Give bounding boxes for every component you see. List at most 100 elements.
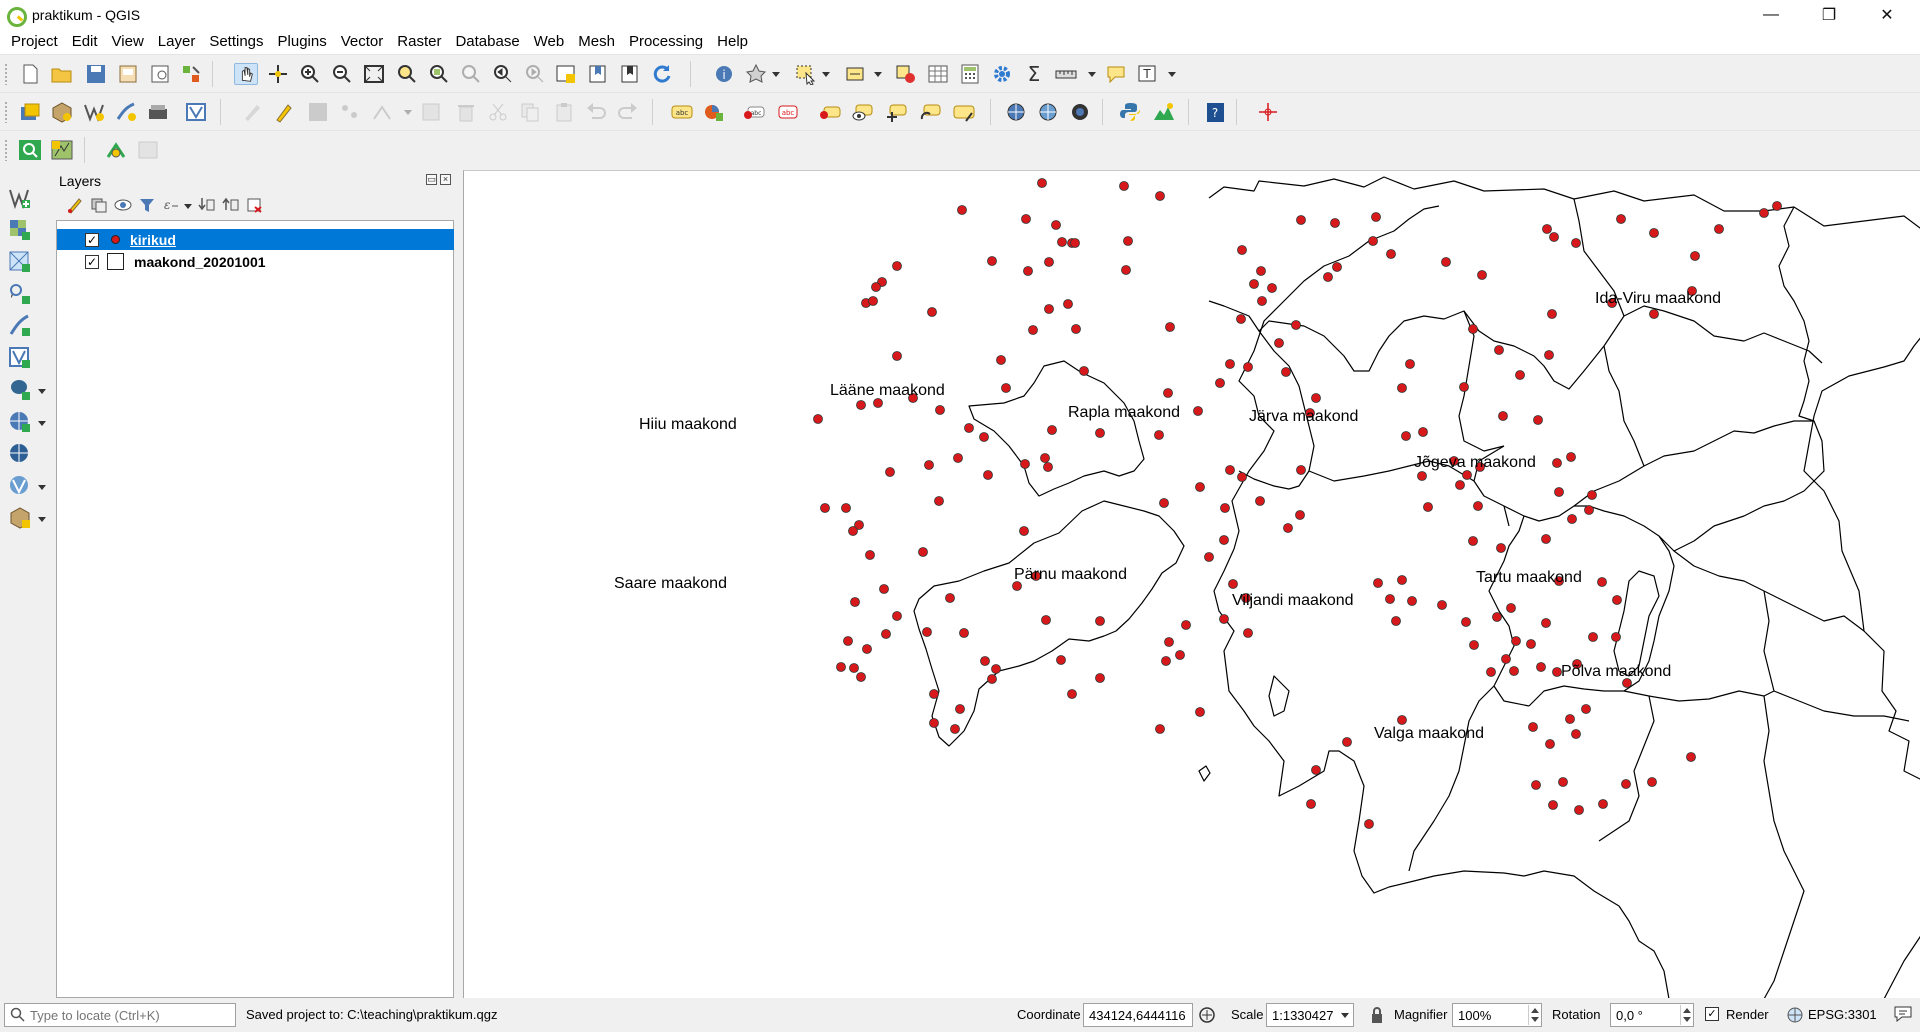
close-button[interactable]: ✕	[1864, 0, 1910, 30]
save-edits-icon[interactable]	[306, 101, 330, 123]
help-context-icon[interactable]: ?	[1204, 101, 1228, 123]
new-project-icon[interactable]	[18, 63, 42, 85]
toggle-extents-icon[interactable]	[1198, 1006, 1216, 1024]
save-project-icon[interactable]	[84, 63, 108, 85]
field-calculator-icon[interactable]	[958, 63, 982, 85]
menu-help[interactable]: Help	[710, 30, 755, 54]
cut-features-icon[interactable]	[486, 101, 510, 123]
change-label-icon[interactable]	[952, 101, 976, 123]
new-shapefile-layer-icon[interactable]	[82, 101, 106, 123]
vertex-tool-icon[interactable]	[370, 101, 394, 123]
show-hide-labels-icon[interactable]	[850, 101, 874, 123]
layer-visibility-checkbox[interactable]: ✓	[85, 254, 99, 269]
manage-map-themes-icon[interactable]	[114, 196, 132, 214]
new-print-layout-icon[interactable]	[116, 63, 140, 85]
new-bookmark-icon[interactable]	[586, 63, 610, 85]
new-virtual-layer-icon[interactable]	[184, 101, 208, 123]
rotation-spinbox[interactable]: 0,0 °	[1610, 1003, 1694, 1027]
coordinate-capture-icon[interactable]	[1256, 101, 1280, 123]
menu-processing[interactable]: Processing	[622, 30, 710, 54]
menu-mesh[interactable]: Mesh	[571, 30, 622, 54]
open-project-icon[interactable]	[50, 63, 74, 85]
data-source-manager-icon[interactable]	[18, 101, 42, 123]
layout-manager-icon[interactable]	[148, 63, 172, 85]
new-geopackage-layer-icon[interactable]	[50, 101, 74, 123]
float-panel-button[interactable]: ▭	[426, 174, 437, 185]
metasearch-icon[interactable]	[1004, 101, 1028, 123]
magnifier-spinbox[interactable]: 100%	[1452, 1003, 1542, 1027]
toolbar-grip[interactable]	[4, 139, 8, 161]
scale-combobox[interactable]: 1:1330427	[1266, 1003, 1354, 1027]
minimize-button[interactable]: —	[1748, 0, 1794, 30]
deselect-all-icon[interactable]	[894, 63, 918, 85]
show-bookmarks-icon[interactable]	[618, 63, 642, 85]
georeferencer-icon[interactable]	[50, 139, 74, 161]
zoom-last-icon[interactable]	[490, 63, 514, 85]
open-layer-styling-icon[interactable]	[66, 196, 84, 214]
add-vector-tile-layer-icon[interactable]	[8, 474, 32, 498]
zoom-to-layer-icon[interactable]	[426, 63, 450, 85]
menu-settings[interactable]: Settings	[202, 30, 270, 54]
map-tips-icon[interactable]	[1104, 63, 1128, 85]
zoom-out-icon[interactable]	[330, 63, 354, 85]
menu-plugins[interactable]: Plugins	[271, 30, 334, 54]
pin-unpin-labels-icon[interactable]	[818, 101, 842, 123]
toggle-label-display-icon[interactable]: abc	[776, 101, 800, 123]
paste-features-icon[interactable]	[552, 101, 576, 123]
toolbar-grip[interactable]	[4, 101, 8, 123]
zoom-full-icon[interactable]	[362, 63, 386, 85]
profile-tool-icon[interactable]	[1152, 101, 1176, 123]
filter-legend-icon[interactable]	[138, 196, 156, 214]
add-wfs-layer-icon[interactable]	[8, 442, 32, 466]
open-attribute-table-icon[interactable]	[926, 63, 950, 85]
highlight-pinned-labels-icon[interactable]: abc	[742, 101, 766, 123]
processing-toolbox-icon[interactable]	[990, 63, 1014, 85]
statistical-summary-icon[interactable]: Σ	[1022, 63, 1046, 85]
toggle-editing-icon[interactable]	[272, 101, 296, 123]
restore-button[interactable]: ❐	[1806, 0, 1852, 30]
python-console-icon[interactable]	[1118, 101, 1142, 123]
style-manager-icon[interactable]	[180, 63, 204, 85]
run-feature-action-icon[interactable]	[744, 63, 768, 85]
copy-features-icon[interactable]	[518, 101, 542, 123]
menu-database[interactable]: Database	[448, 30, 526, 54]
topology-checker-icon[interactable]	[104, 139, 128, 161]
layer-labeling-options-icon[interactable]: abc	[670, 101, 694, 123]
plugin-panel-icon[interactable]	[136, 139, 160, 161]
map-view[interactable]: Ida-Viru maakond Lääne maakond Rapla maa…	[464, 171, 1920, 998]
lock-scale-icon[interactable]	[1370, 1006, 1384, 1024]
zoom-in-icon[interactable]	[298, 63, 322, 85]
add-postgis-layer-icon[interactable]	[8, 378, 32, 402]
layers-tree[interactable]: ✓ kirikud ✓ maakond_20201001	[56, 220, 454, 998]
menu-layer[interactable]: Layer	[151, 30, 203, 54]
new-map-view-icon[interactable]	[554, 63, 578, 85]
expand-all-icon[interactable]	[198, 196, 216, 214]
messages-icon[interactable]	[1893, 1005, 1913, 1023]
select-by-value-icon[interactable]	[844, 63, 868, 85]
add-wms-layer-icon[interactable]	[8, 410, 32, 434]
menu-web[interactable]: Web	[527, 30, 572, 54]
add-group-icon[interactable]	[90, 196, 108, 214]
delete-selected-icon[interactable]	[454, 101, 478, 123]
new-temporary-layer-icon[interactable]	[146, 101, 170, 123]
wms-server-icon[interactable]	[1036, 101, 1060, 123]
add-geopackage-layer-icon[interactable]	[8, 506, 32, 530]
new-spatialite-layer-icon[interactable]	[114, 101, 138, 123]
render-checkbox[interactable]: ✓	[1705, 1007, 1719, 1021]
close-panel-button[interactable]: ×	[440, 174, 451, 185]
modify-attributes-icon[interactable]	[420, 101, 444, 123]
select-features-icon[interactable]	[794, 63, 818, 85]
zoom-native-icon[interactable]	[458, 63, 482, 85]
layer-diagram-options-icon[interactable]	[702, 101, 726, 123]
menu-edit[interactable]: Edit	[65, 30, 105, 54]
zoom-to-selection-icon[interactable]	[394, 63, 418, 85]
text-annotation-icon[interactable]: T	[1136, 63, 1160, 85]
map-canvas[interactable]: Ida-Viru maakond Lääne maakond Rapla maa…	[463, 170, 1920, 998]
measure-line-icon[interactable]	[1054, 63, 1078, 85]
locator-bar[interactable]	[4, 1003, 236, 1027]
add-virtual-layer-icon[interactable]	[8, 346, 32, 370]
add-spatialite-layer-icon[interactable]	[8, 314, 32, 338]
remove-layer-icon[interactable]	[246, 196, 264, 214]
redo-icon[interactable]	[616, 101, 640, 123]
add-delimited-text-layer-icon[interactable]: ,	[8, 282, 32, 306]
